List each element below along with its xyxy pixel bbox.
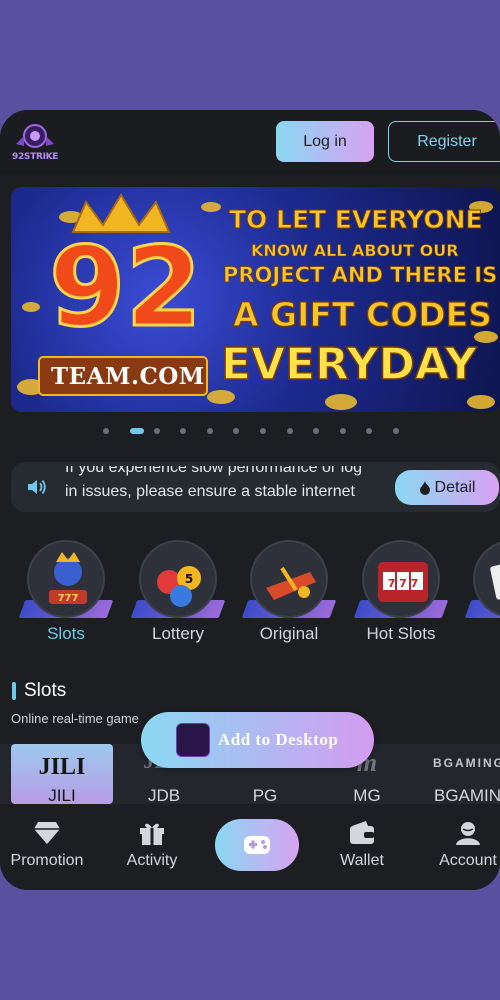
tab-activity[interactable]: Activity: [102, 804, 202, 890]
category-label: Original: [259, 624, 319, 643]
provider-name: BGAMIN: [434, 786, 500, 805]
banner-line-4: A GIFT CODES: [232, 294, 492, 334]
diamond-icon: [34, 822, 60, 844]
category-label: Slots: [47, 624, 85, 643]
provider-name: JDB: [147, 786, 181, 805]
category-label: Ca: [462, 624, 500, 644]
lottery-icon: 5: [139, 540, 217, 618]
hot-slots-icon: 7 7 7: [362, 540, 440, 618]
tab-wallet[interactable]: Wallet: [312, 804, 412, 890]
promo-banner[interactable]: 92 TEAM.COM TO LET EVERYONE KNOW ALL ABO…: [11, 187, 500, 412]
tab-account[interactable]: Account: [418, 804, 500, 890]
tab-promotion[interactable]: Promotion: [0, 804, 97, 890]
notice-text: If you experience slow performance or lo…: [65, 466, 385, 510]
app-icon: [176, 723, 210, 757]
category-label: Lottery: [152, 624, 204, 643]
add-to-desktop-label: Add to Desktop: [218, 730, 339, 749]
carousel-indicator: [0, 426, 500, 436]
gift-icon: [140, 823, 164, 845]
category-label: Hot Slots: [366, 624, 436, 643]
carousel-dot[interactable]: [286, 428, 293, 434]
original-icon: [250, 540, 328, 618]
carousel-dot[interactable]: [129, 428, 144, 434]
provider-name: PG: [252, 786, 278, 805]
svg-text:777: 777: [58, 593, 79, 604]
category-slots[interactable]: 777 Slots: [16, 538, 116, 658]
carousel-dot[interactable]: [339, 428, 346, 434]
add-to-desktop-button[interactable]: Add to Desktop: [141, 712, 374, 768]
banner-line-2: KNOW ALL ABOUT OUR: [251, 241, 459, 261]
speaker-icon: [28, 479, 46, 495]
category-original[interactable]: Original: [239, 538, 339, 658]
app-screen: 92STRIKE Log in Register 92 TEAM.COM TO …: [0, 110, 500, 890]
provider-logo: JILI: [38, 754, 86, 780]
slots-icon: 777: [27, 540, 105, 618]
wallet-icon: [350, 821, 374, 844]
detail-button[interactable]: Detail: [395, 470, 499, 505]
header: 92STRIKE Log in Register: [0, 110, 500, 174]
logo-text: 92STRIKE: [12, 152, 59, 162]
banner-line-1: TO LET EVERYONE: [229, 205, 484, 235]
section-title: Slots: [12, 680, 67, 701]
section-accent-bar: [12, 682, 16, 700]
carousel-dot[interactable]: [233, 428, 240, 434]
carousel-dot[interactable]: [260, 428, 266, 434]
notice-line-1: If you experience slow performance or lo…: [65, 466, 363, 476]
provider-name: JILI: [48, 786, 76, 805]
register-button[interactable]: Register: [388, 121, 500, 162]
bottom-nav: Promotion Activity Wallet Account: [0, 804, 500, 890]
user-icon: [456, 822, 480, 845]
banner-line-3: PROJECT AND THERE IS: [223, 263, 498, 288]
gamepad-icon: [244, 836, 270, 854]
carousel-dot[interactable]: [366, 428, 373, 434]
section-subtitle: Online real-time game: [11, 711, 139, 726]
tab-label: Activity: [126, 852, 178, 869]
tab-games[interactable]: [215, 819, 299, 871]
category-row: 777 Slots 5 Lottery Original 7 7 7 Hot S…: [0, 538, 500, 658]
svg-text:7 7 7: 7 7 7: [388, 577, 419, 590]
carousel-dot[interactable]: [206, 428, 213, 434]
carousel-dot[interactable]: [180, 428, 187, 434]
login-button[interactable]: Log in: [276, 121, 374, 162]
carousel-dot[interactable]: [393, 428, 399, 434]
banner-brand-number: 92: [47, 223, 203, 351]
provider-logo: BGAMING: [433, 756, 500, 770]
banner-line-5: EVERYDAY: [220, 338, 477, 391]
provider-jili[interactable]: JILI JILI: [11, 744, 113, 805]
tab-label: Wallet: [340, 852, 384, 869]
tab-label: Promotion: [10, 852, 84, 869]
carousel-dot[interactable]: [153, 428, 160, 434]
detail-label: Detail: [434, 478, 476, 496]
provider-name: MG: [353, 786, 381, 805]
provider-bgaming[interactable]: BGAMING BGAMIN: [418, 744, 500, 805]
category-lottery[interactable]: 5 Lottery: [128, 538, 228, 658]
flame-icon: [419, 480, 430, 495]
svg-text:5: 5: [185, 572, 193, 586]
tab-label: Account: [439, 852, 497, 869]
notice-bar: If you experience slow performance or lo…: [11, 462, 500, 512]
category-casino[interactable]: Ca: [462, 538, 500, 658]
carousel-dot[interactable]: [313, 428, 320, 434]
banner-brand-site: TEAM.COM: [51, 363, 205, 390]
carousel-dot[interactable]: [103, 428, 109, 434]
category-hot-slots[interactable]: 7 7 7 Hot Slots: [351, 538, 451, 658]
section-title-text: Slots: [24, 680, 67, 701]
notice-line-2: in issues, please ensure a stable intern…: [65, 483, 355, 500]
logo[interactable]: 92STRIKE: [12, 122, 58, 166]
